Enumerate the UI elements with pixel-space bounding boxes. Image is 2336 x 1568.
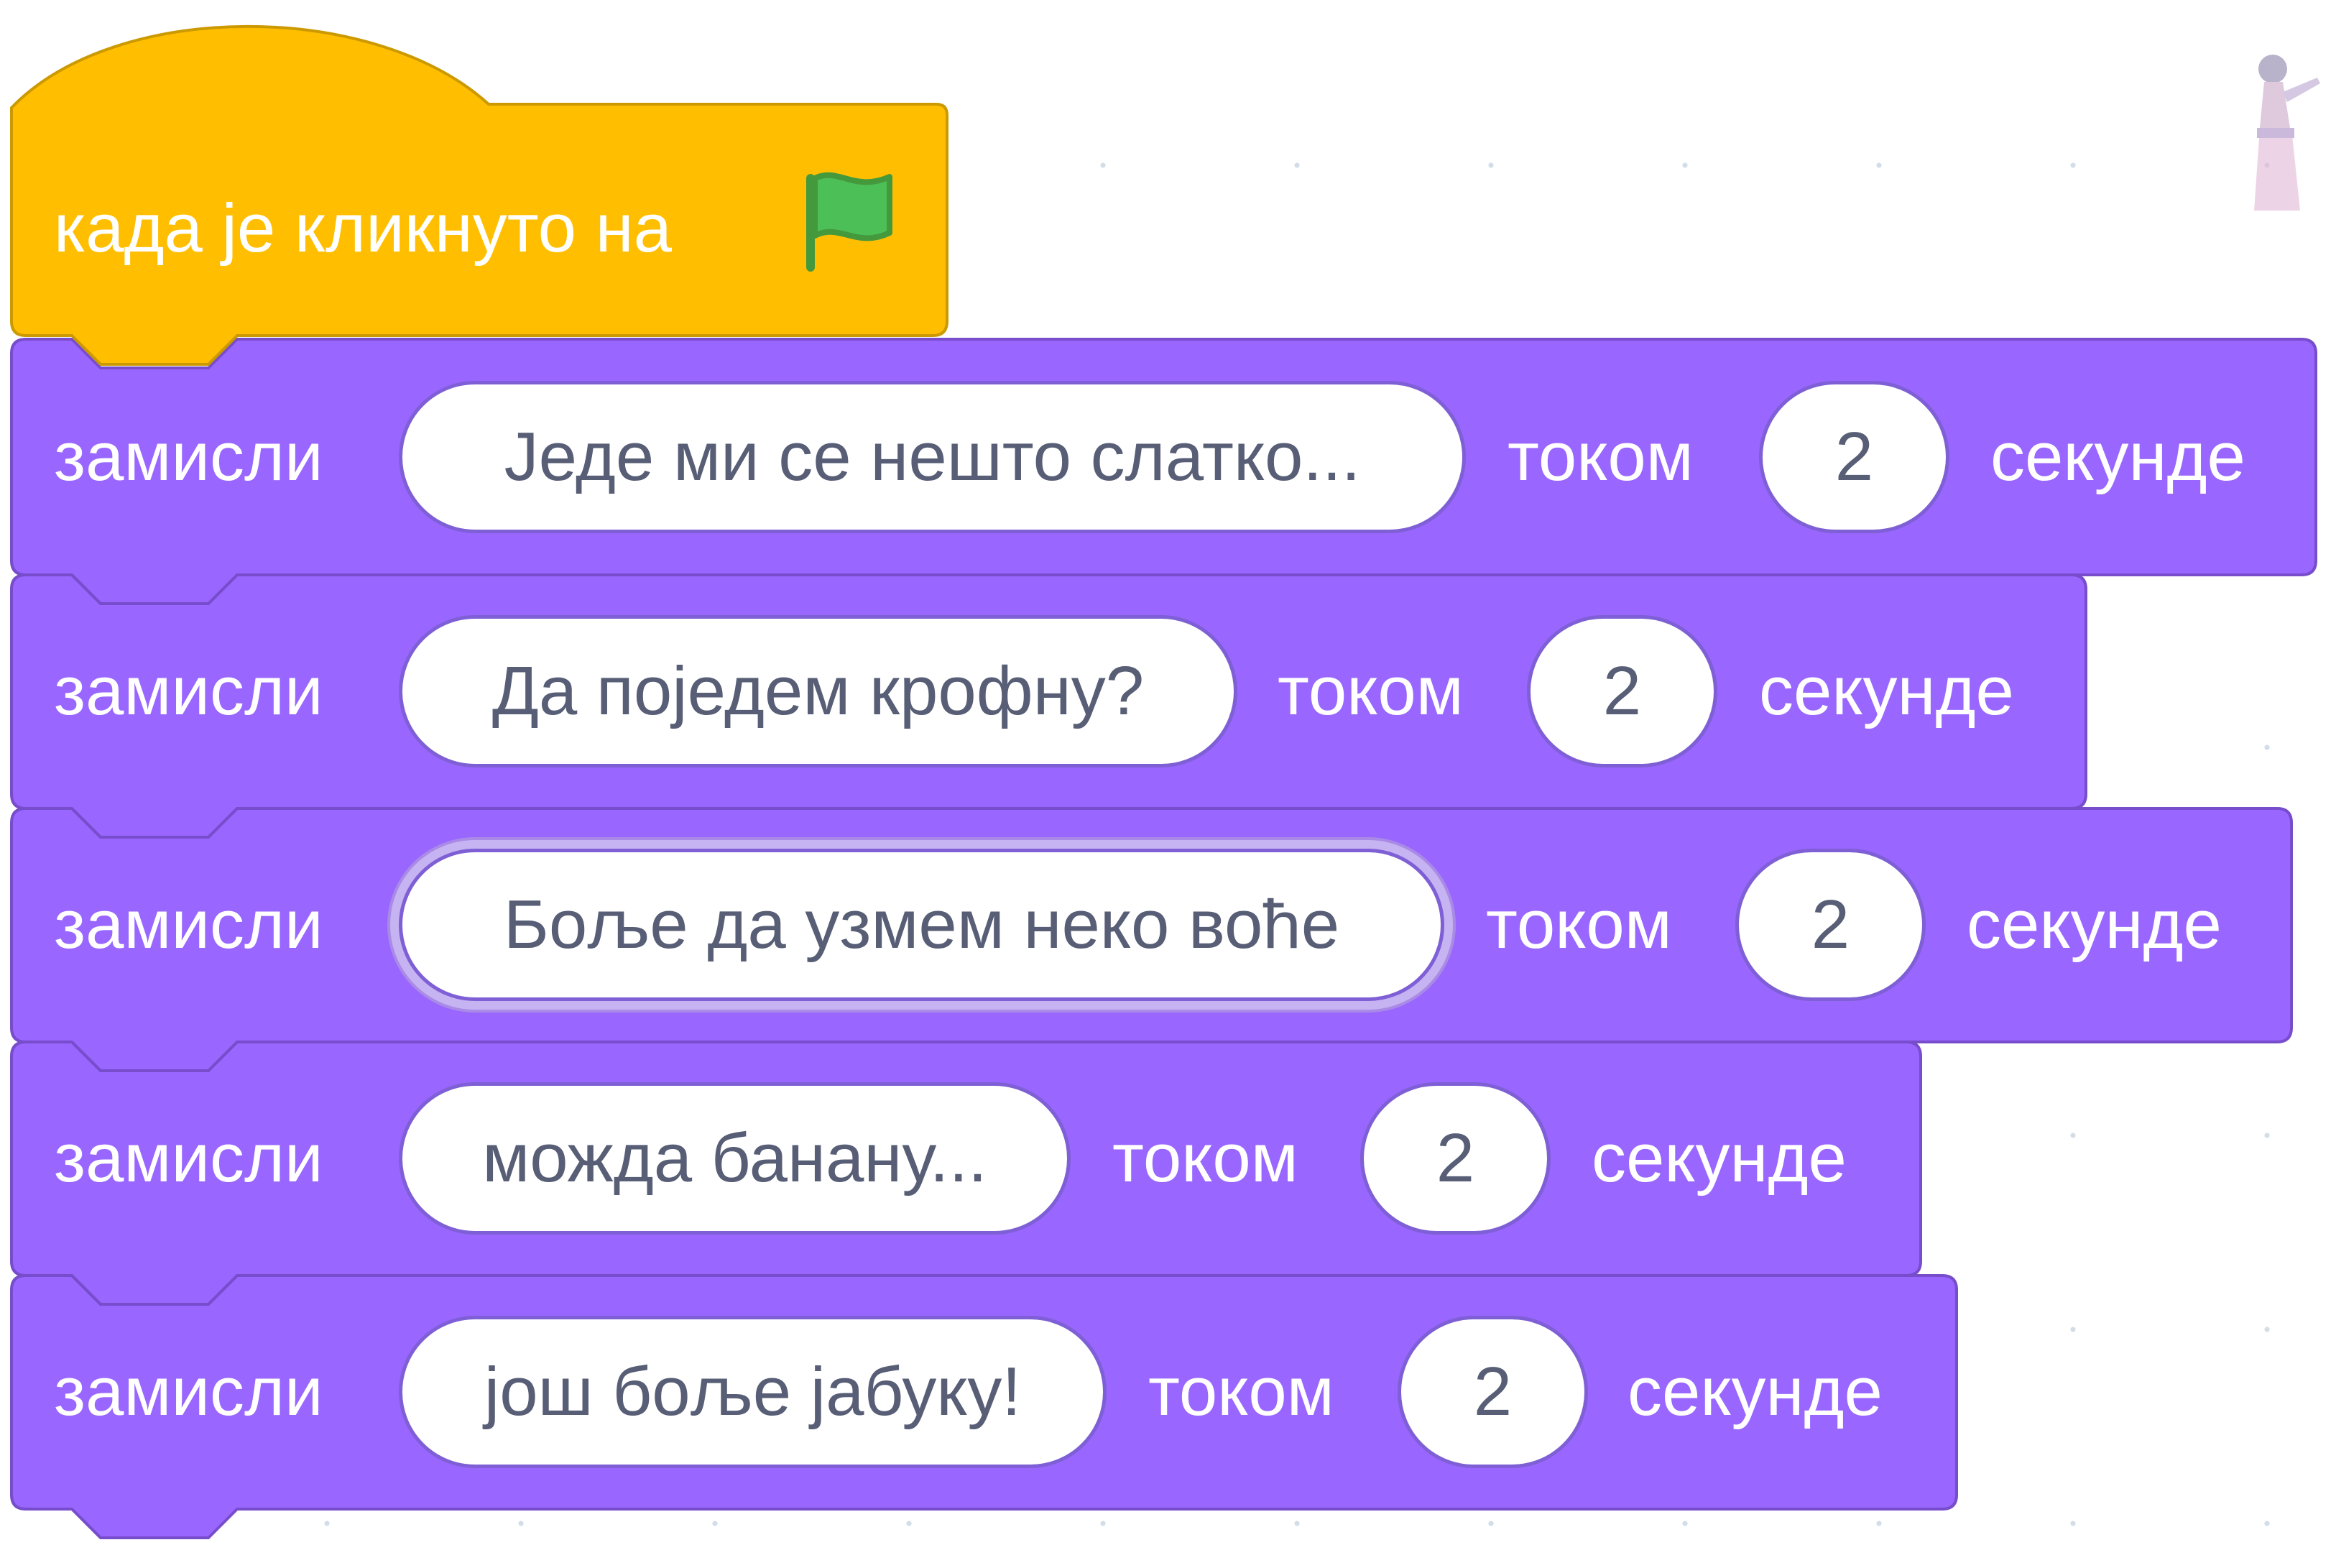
message-input-selected[interactable]: Боље да узмем неко воће — [399, 849, 1444, 1001]
seconds-unit-label: секунде — [1967, 886, 2222, 963]
hat-block-label: када је кликнуто на — [54, 190, 673, 267]
seconds-unit-label: секунде — [1759, 652, 2014, 729]
seconds-input[interactable]: 2 — [1360, 1082, 1551, 1235]
message-input[interactable]: Једе ми се нешто слатко... — [399, 381, 1466, 533]
sprite-thumbnail-icon — [2254, 55, 2320, 211]
message-input[interactable]: можда банану... — [399, 1082, 1071, 1235]
seconds-unit-label: секунде — [1592, 1120, 1847, 1196]
for-label: током — [1278, 652, 1464, 729]
for-label: током — [1508, 418, 1694, 495]
for-label: током — [1148, 1353, 1334, 1430]
script-workspace[interactable]: када је кликнуто на замисли Једе ми се н… — [0, 0, 2336, 1568]
seconds-input[interactable]: 2 — [1527, 615, 1717, 767]
seconds-unit-label: секунде — [1628, 1353, 1883, 1430]
seconds-input[interactable]: 2 — [1759, 381, 1949, 533]
message-input[interactable]: Да поједем крофну? — [399, 615, 1237, 767]
think-verb: замисли — [54, 1353, 323, 1430]
think-verb: замисли — [54, 652, 323, 729]
for-label: током — [1486, 886, 1672, 963]
think-verb: замисли — [54, 418, 323, 495]
green-flag-icon — [806, 172, 892, 272]
seconds-input[interactable]: 2 — [1735, 849, 1926, 1001]
seconds-input[interactable]: 2 — [1398, 1316, 1588, 1468]
seconds-unit-label: секунде — [1990, 418, 2245, 495]
for-label: током — [1112, 1120, 1298, 1196]
think-verb: замисли — [54, 1120, 323, 1196]
think-verb: замисли — [54, 886, 323, 963]
message-input[interactable]: још боље јабуку! — [399, 1316, 1107, 1468]
